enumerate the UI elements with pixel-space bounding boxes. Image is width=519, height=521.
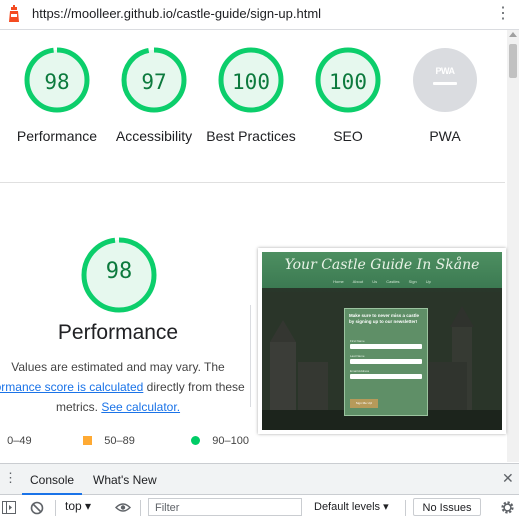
form-submit-button: Sign Me Up!: [350, 399, 378, 408]
pwa-badge-text: PWA: [435, 66, 455, 76]
log-levels-value: Default levels: [314, 501, 381, 513]
form-label-last-name: Last Name: [350, 354, 365, 358]
screenshot-image: Your Castle Guide In Skåne Home About Us…: [262, 252, 502, 430]
scroll-up-arrow-icon[interactable]: [509, 32, 517, 37]
context-select[interactable]: top ▾: [65, 499, 91, 513]
issues-button[interactable]: No Issues: [413, 498, 481, 516]
form-label-email: Email Address: [350, 369, 370, 373]
desc-line-2: directly from these: [143, 380, 245, 394]
performance-section: 98 Performance Values are estimated and …: [0, 183, 506, 463]
section-divider: [250, 305, 251, 407]
legend-average: 50–89: [83, 435, 135, 447]
form-input-last-name: [350, 359, 422, 364]
eye-icon[interactable]: [115, 502, 131, 513]
legend-pass: 90–100: [191, 435, 249, 447]
form-input-first-name: [350, 344, 422, 349]
toolbar-separator: [140, 500, 141, 516]
score-gauges: 98 Performance 97 Accessibility 100 Best…: [0, 30, 505, 183]
clear-console-icon[interactable]: [30, 501, 44, 515]
gauge-accessibility[interactable]: 97 Accessibility: [104, 46, 204, 146]
drawer-menu-icon[interactable]: ⋮: [4, 470, 17, 486]
drawer-tabbar: ⋮ Console What's New ✕: [0, 464, 519, 495]
signup-form: Make sure to never miss a castle by sign…: [344, 308, 428, 416]
gauge-label: Accessibility: [115, 128, 193, 144]
legend-fail: 0–49: [0, 435, 32, 447]
gauge-label: Performance: [16, 128, 98, 144]
performance-big-score: 98: [105, 259, 133, 284]
form-input-email: [350, 374, 422, 379]
final-screenshot[interactable]: Your Castle Guide In Skåne Home About Us…: [258, 248, 506, 434]
gauge-pwa[interactable]: PWA PWA: [395, 46, 495, 146]
drawer-close-icon[interactable]: ✕: [502, 470, 514, 487]
gauge-performance[interactable]: 98 Performance: [7, 46, 107, 146]
legend-average-label: 50–89: [104, 435, 135, 447]
legend-fail-label: 0–49: [7, 435, 32, 447]
legend-pass-label: 90–100: [212, 435, 249, 447]
site-title: Your Castle Guide In Skåne: [284, 257, 480, 273]
context-select-value: top: [65, 499, 82, 513]
devtools-drawer: ⋮ Console What's New ✕ top ▾ Filter Defa…: [0, 463, 519, 521]
gauge-label: PWA: [429, 128, 461, 144]
see-calculator-link[interactable]: See calculator.: [101, 400, 180, 414]
performance-title: Performance: [57, 321, 179, 344]
gauge-label: Best Practices: [206, 128, 296, 144]
scrollbar-track[interactable]: [507, 30, 519, 462]
gauge-seo[interactable]: 100 SEO: [298, 46, 398, 146]
scrollbar-thumb[interactable]: [509, 44, 517, 78]
performance-description: Values are estimated and may vary. The f…: [0, 357, 266, 417]
gauge-score: 98: [44, 70, 70, 94]
url-text[interactable]: https://moolleer.github.io/castle-guide/…: [32, 6, 321, 21]
log-levels-select[interactable]: Default levels ▾: [314, 500, 389, 513]
desc-line-1: Values are estimated and may vary. The: [11, 360, 225, 374]
gauge-score: 97: [141, 70, 167, 94]
tab-whats-new[interactable]: What's New: [93, 473, 157, 487]
average-square-icon: [83, 436, 92, 445]
form-title: Make sure to never miss a castle by sign…: [349, 313, 420, 324]
pwa-badge-dash: [433, 82, 457, 85]
pwa-badge-icon: [413, 48, 477, 112]
address-bar: https://moolleer.github.io/castle-guide/…: [0, 0, 519, 30]
gauge-score: 100: [329, 70, 367, 94]
gauge-best-practices[interactable]: 100 Best Practices: [201, 46, 301, 146]
toolbar-separator: [405, 500, 406, 516]
kebab-menu-icon[interactable]: ⋮: [495, 5, 511, 23]
site-nav: Home About Us Castles Sign Up: [333, 279, 431, 284]
form-label-first-name: First Name: [350, 339, 365, 343]
pass-circle-icon: [191, 436, 200, 445]
desc-line-3: metrics.: [55, 400, 102, 414]
gauge-label: SEO: [333, 128, 363, 144]
sidebar-toggle-icon[interactable]: [2, 501, 16, 514]
lighthouse-icon: [9, 5, 19, 22]
gauge-score: 100: [232, 70, 270, 94]
toolbar-separator: [55, 500, 56, 516]
console-toolbar: top ▾ Filter Default levels ▾ No Issues: [0, 495, 519, 521]
settings-gear-icon[interactable]: [500, 500, 515, 515]
filter-input[interactable]: Filter: [148, 498, 302, 516]
score-calculated-link[interactable]: formance score is calculated: [0, 380, 143, 394]
score-legend: 0–49 50–89 90–100: [0, 434, 505, 450]
site-header: Your Castle Guide In Skåne Home About Us…: [262, 252, 502, 288]
tab-console[interactable]: Console: [22, 473, 83, 495]
